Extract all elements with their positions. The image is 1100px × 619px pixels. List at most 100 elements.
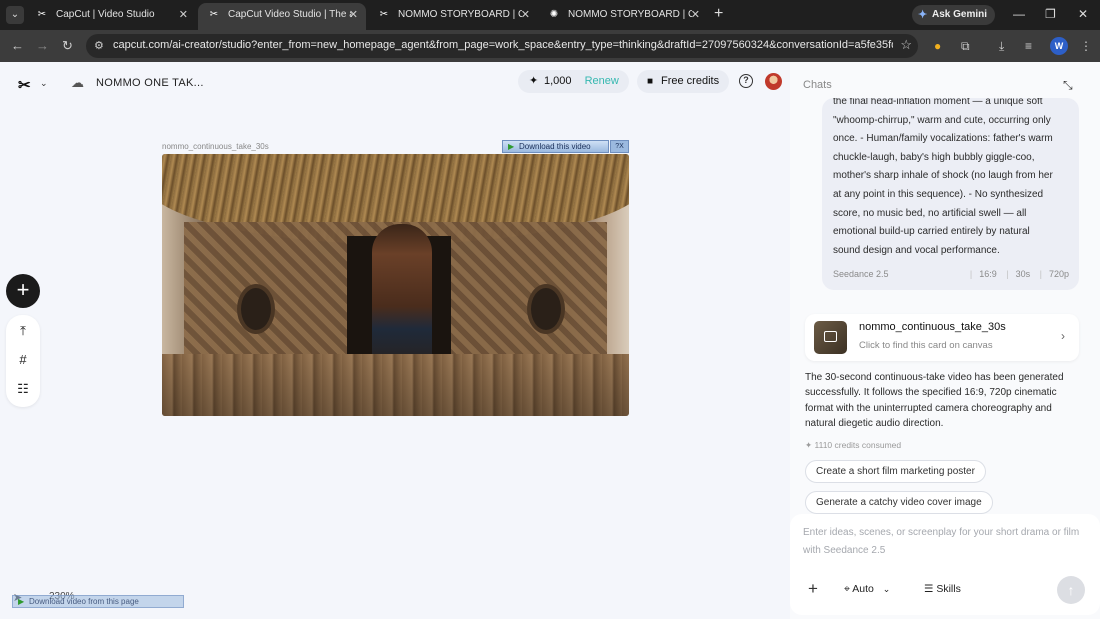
upload-icon[interactable]: ⤒	[6, 323, 40, 339]
message-line: score, no music bed, no artificial swell…	[833, 207, 1027, 219]
url-text[interactable]: capcut.com/ai-creator/studio?enter_from=…	[113, 39, 893, 51]
tab-nommo-storyboard-2[interactable]: ✺ NOMMO STORYBOARD | CapCut ✕	[538, 3, 708, 30]
message-line: sound design and vocal performance.	[833, 244, 1000, 256]
message-line: the final head-inflation moment — a uniq…	[833, 98, 1043, 107]
chevron-right-icon: ›	[1061, 329, 1065, 343]
prompt-message-text: the final head-inflation moment — a uniq…	[833, 98, 1073, 260]
free-credits-label: Free credits	[661, 75, 720, 87]
credits-count: 1,000	[544, 75, 572, 87]
new-tab-icon[interactable]: +	[714, 5, 723, 23]
credit-sparkle-icon: ✦	[529, 75, 539, 87]
message-line: mother's sharp inhale of shock (no laugh…	[833, 170, 1053, 182]
video-icon	[824, 331, 837, 342]
play-icon: ▶	[508, 142, 515, 151]
video-thumbnail[interactable]	[162, 154, 629, 416]
library-book-icon[interactable]: ☷	[6, 381, 40, 397]
ask-gemini-button[interactable]: ✦ Ask Gemini	[912, 5, 996, 25]
ask-gemini-label: Ask Gemini	[932, 9, 988, 20]
tab-title: NOMMO STORYBOARD | CapCut	[568, 9, 692, 20]
credits-consumed: ✦ 1110 credits consumed	[805, 440, 901, 451]
reload-icon[interactable]: ↻	[62, 38, 73, 54]
send-arrow-icon[interactable]: ↑	[1057, 576, 1085, 604]
auto-mode-dropdown[interactable]: ⌖ Auto ⌄	[844, 583, 890, 596]
download-video-button[interactable]: ▶ Download this video	[502, 140, 609, 153]
suggestion-poster-button[interactable]: Create a short film marketing poster	[805, 460, 986, 483]
close-icon[interactable]: ✕	[349, 3, 358, 27]
model-name: Seedance 2.5	[833, 269, 889, 279]
url-bar[interactable]: ⚙ capcut.com/ai-creator/studio?enter_fro…	[86, 34, 918, 58]
auto-mode-label: Auto	[852, 583, 874, 595]
skills-button[interactable]: ☰ Skills	[924, 583, 961, 595]
tab-search-chevron-icon[interactable]: ⌄	[6, 6, 24, 24]
tab-capcut-video-studio[interactable]: ✂ CapCut | Video Studio ✕	[26, 3, 196, 30]
message-line: chuckle-laugh, baby's high bubbly giggle…	[833, 151, 1035, 163]
message-line: "whoomp-chirrup," warm and cute, occurri…	[833, 114, 1051, 126]
tab-nommo-storyboard[interactable]: ✂ NOMMO STORYBOARD | CapCut ✕	[368, 3, 538, 30]
download-help-close[interactable]: ?X	[610, 140, 629, 153]
download-icon[interactable]: ⤓	[999, 38, 1004, 54]
window-close-icon[interactable]: ✕	[1078, 5, 1088, 23]
close-icon[interactable]: ✕	[691, 3, 700, 27]
chevron-down-icon[interactable]: ⌄	[40, 78, 48, 89]
divider: |	[969, 269, 973, 279]
play-icon: ▶	[18, 597, 25, 606]
video-window-left	[237, 284, 275, 334]
close-icon[interactable]: ✕	[179, 3, 188, 27]
video-result-card[interactable]: nommo_continuous_take_30s Click to find …	[805, 314, 1079, 361]
frame-grid-icon[interactable]: #	[6, 352, 40, 367]
video-card-thumbnail	[814, 321, 847, 354]
site-info-icon[interactable]: ⚙	[94, 39, 104, 52]
capcut-logo-icon[interactable]: ✂	[18, 76, 31, 94]
resolution: 720p	[1048, 269, 1069, 279]
canvas-area[interactable]: ✂ ⌄ ☁ NOMMO ONE TAK... ✦ 1,000 Renew ■ F…	[0, 62, 790, 619]
download-page-video-button[interactable]: ▶ Download video from this page	[12, 595, 184, 608]
divider: |	[1039, 269, 1042, 279]
tab-capcut-studio-active[interactable]: ✂ CapCut Video Studio | The all-in ✕	[198, 3, 366, 30]
chat-composer: Enter ideas, scenes, or screenplay for y…	[790, 514, 1100, 615]
forward-icon[interactable]: →	[36, 38, 49, 54]
browser-profile-avatar[interactable]: W	[1050, 37, 1068, 55]
capcut-app: ✂ ⌄ ☁ NOMMO ONE TAK... ✦ 1,000 Renew ■ F…	[0, 62, 1100, 619]
sparkle-icon: ✦	[805, 440, 813, 450]
video-specs: | 16:9 | 30s | 720p	[963, 269, 1069, 279]
extensions-puzzle-icon[interactable]: ⧉	[961, 38, 970, 54]
video-floor-shade	[162, 354, 629, 416]
tab-title: CapCut | Video Studio	[56, 9, 155, 20]
card-subtitle: Click to find this card on canvas	[859, 340, 993, 351]
assistant-reply: The 30-second continuous-take video has …	[805, 372, 1064, 429]
divider: |	[1006, 269, 1009, 279]
skills-label: Skills	[936, 583, 961, 595]
user-avatar[interactable]	[765, 73, 782, 90]
browser-menu-icon[interactable]: ⋮	[1080, 38, 1092, 54]
message-line: once. - Human/family vocalizations: fath…	[833, 133, 1053, 145]
video-card-label: nommo_continuous_take_30s	[162, 142, 269, 151]
maximize-icon[interactable]: ❐	[1045, 5, 1056, 23]
address-bar-row: ← → ↻ ⚙ capcut.com/ai-creator/studio?ent…	[0, 30, 1100, 62]
extension-icon[interactable]: ●	[934, 38, 941, 54]
add-button[interactable]: +	[6, 274, 40, 308]
free-credits-button[interactable]: ■ Free credits	[637, 70, 730, 93]
download-video-label: Download this video	[519, 142, 591, 151]
capcut-icon: ✂	[209, 9, 219, 20]
back-icon[interactable]: ←	[11, 38, 24, 54]
gemini-sparkle-icon: ✦	[918, 9, 928, 21]
prompt-input[interactable]: Enter ideas, scenes, or screenplay for y…	[803, 524, 1083, 560]
attach-plus-icon[interactable]: +	[808, 580, 818, 598]
video-window-right	[527, 284, 565, 334]
video-figure	[372, 224, 432, 374]
bookmark-star-icon[interactable]: ☆	[900, 37, 912, 53]
gift-icon: ■	[647, 76, 654, 87]
suggestion-cover-button[interactable]: Generate a catchy video cover image	[805, 491, 993, 514]
cloud-sync-icon[interactable]: ☁	[71, 75, 84, 91]
credits-pill[interactable]: ✦ 1,000 Renew	[518, 70, 629, 93]
minimize-icon[interactable]: —	[1013, 5, 1025, 23]
help-icon[interactable]: ?	[739, 74, 753, 88]
collapse-icon[interactable]: ⤡	[1063, 78, 1073, 93]
renew-link[interactable]: Renew	[585, 75, 619, 87]
close-icon[interactable]: ✕	[521, 3, 530, 27]
reading-list-icon[interactable]: ≡	[1025, 38, 1032, 54]
card-title: nommo_continuous_take_30s	[859, 321, 1006, 333]
project-title[interactable]: NOMMO ONE TAK...	[96, 77, 204, 89]
duration: 30s	[1015, 269, 1031, 279]
aspect-ratio: 16:9	[979, 269, 997, 279]
